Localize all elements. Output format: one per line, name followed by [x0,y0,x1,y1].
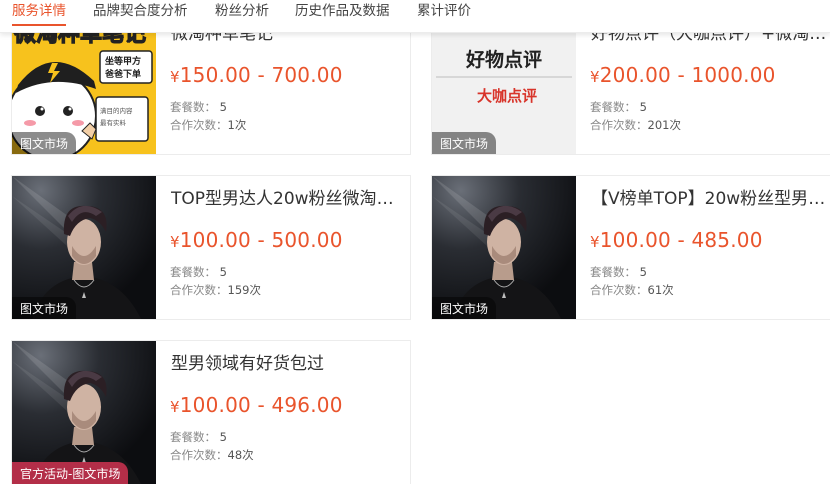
service-price: ¥100.00 - 485.00 [590,228,763,254]
service-card[interactable]: 官方活动-图文市场 型男领域有好货包过 ¥100.00 - 496.00 套餐数… [11,340,411,484]
cover-headline: 好物点评 [465,48,542,71]
market-badge: 图文市场 [432,297,497,319]
coop-count-label: 合作次数： [170,448,228,462]
price-range: 100.00 - 496.00 [179,393,343,417]
market-badge: 图文市场 [12,132,77,154]
service-price: ¥100.00 - 496.00 [170,393,343,419]
detail-tabs: 服务详情 品牌契合度分析 粉丝分析 历史作品及数据 累计评价 [0,0,830,33]
package-count-value: 5 [219,100,227,114]
coop-count-label: 合作次数： [170,283,228,297]
coop-count-value: 1次 [227,118,247,132]
package-count-label: 套餐数： [170,265,216,279]
price-range: 200.00 - 1000.00 [599,63,776,87]
service-thumbnail[interactable]: 官方活动-图文市场 [12,341,156,484]
service-card[interactable]: 图文市场 【V榜单TOP】20w粉丝型男达人种草 ¥100.00 - 485.0… [431,175,830,320]
coop-count: 合作次数：48次 [170,447,254,463]
market-badge: 图文市场 [432,132,497,154]
currency-symbol: ¥ [170,68,180,86]
coop-count-value: 48次 [227,448,254,462]
currency-symbol: ¥ [590,68,600,86]
price-range: 100.00 - 500.00 [179,228,343,252]
package-count-label: 套餐数： [170,100,216,114]
coop-count-label: 合作次数： [170,118,228,132]
tab-history-works[interactable]: 历史作品及数据 [295,0,390,26]
service-thumbnail[interactable]: 图文市场 [12,176,156,319]
cover-subheadline: 大咖点评 [477,87,537,105]
notebook-line-2: 最有实料 [100,118,127,127]
bubble-line-2: 爸爸下单 [104,68,141,80]
service-title[interactable]: 【V榜单TOP】20w粉丝型男达人种草 [591,188,827,210]
price-range: 100.00 - 485.00 [599,228,763,252]
package-count-value: 5 [219,265,227,279]
notebook-line-1: 满目的内容 [100,106,133,115]
service-price: ¥150.00 - 700.00 [170,63,343,89]
package-count-value: 5 [639,265,647,279]
service-price: ¥200.00 - 1000.00 [590,63,776,89]
package-count: 套餐数： 5 [590,99,647,115]
package-count: 套餐数： 5 [590,264,647,280]
coop-count: 合作次数：1次 [170,117,246,133]
service-price: ¥100.00 - 500.00 [170,228,343,254]
package-count-label: 套餐数： [590,100,636,114]
coop-count-label: 合作次数： [590,118,648,132]
coop-count-value: 201次 [647,118,681,132]
tab-brand-fit-analysis[interactable]: 品牌契合度分析 [93,0,188,26]
coop-count: 合作次数：61次 [590,282,674,298]
coop-count: 合作次数：159次 [170,282,261,298]
currency-symbol: ¥ [590,233,600,251]
currency-symbol: ¥ [170,398,180,416]
official-activity-badge: 官方活动-图文市场 [12,462,129,484]
tab-cumulative-reviews[interactable]: 累计评价 [417,0,471,26]
price-range: 150.00 - 700.00 [179,63,343,87]
market-badge: 图文市场 [12,297,77,319]
coop-count-value: 159次 [227,283,261,297]
tab-service-details[interactable]: 服务详情 [12,0,66,26]
package-count: 套餐数： 5 [170,264,227,280]
package-count-value: 5 [639,100,647,114]
coop-count-value: 61次 [647,283,674,297]
tab-fan-analysis[interactable]: 粉丝分析 [215,0,269,26]
service-thumbnail[interactable]: 图文市场 [432,176,576,319]
package-count: 套餐数： 5 [170,99,227,115]
coop-count: 合作次数：201次 [590,117,681,133]
service-title[interactable]: 型男领域有好货包过 [171,353,407,375]
bubble-line-1: 坐等甲方 [105,55,141,67]
service-card[interactable]: 图文市场 TOP型男达人20w粉丝微淘+种草 ¥100.00 - 500.00 … [11,175,411,320]
coop-count-label: 合作次数： [590,283,648,297]
package-count: 套餐数： 5 [170,429,227,445]
package-count-value: 5 [219,430,227,444]
currency-symbol: ¥ [170,233,180,251]
service-title[interactable]: TOP型男达人20w粉丝微淘+种草 [171,188,407,210]
package-count-label: 套餐数： [590,265,636,279]
package-count-label: 套餐数： [170,430,216,444]
